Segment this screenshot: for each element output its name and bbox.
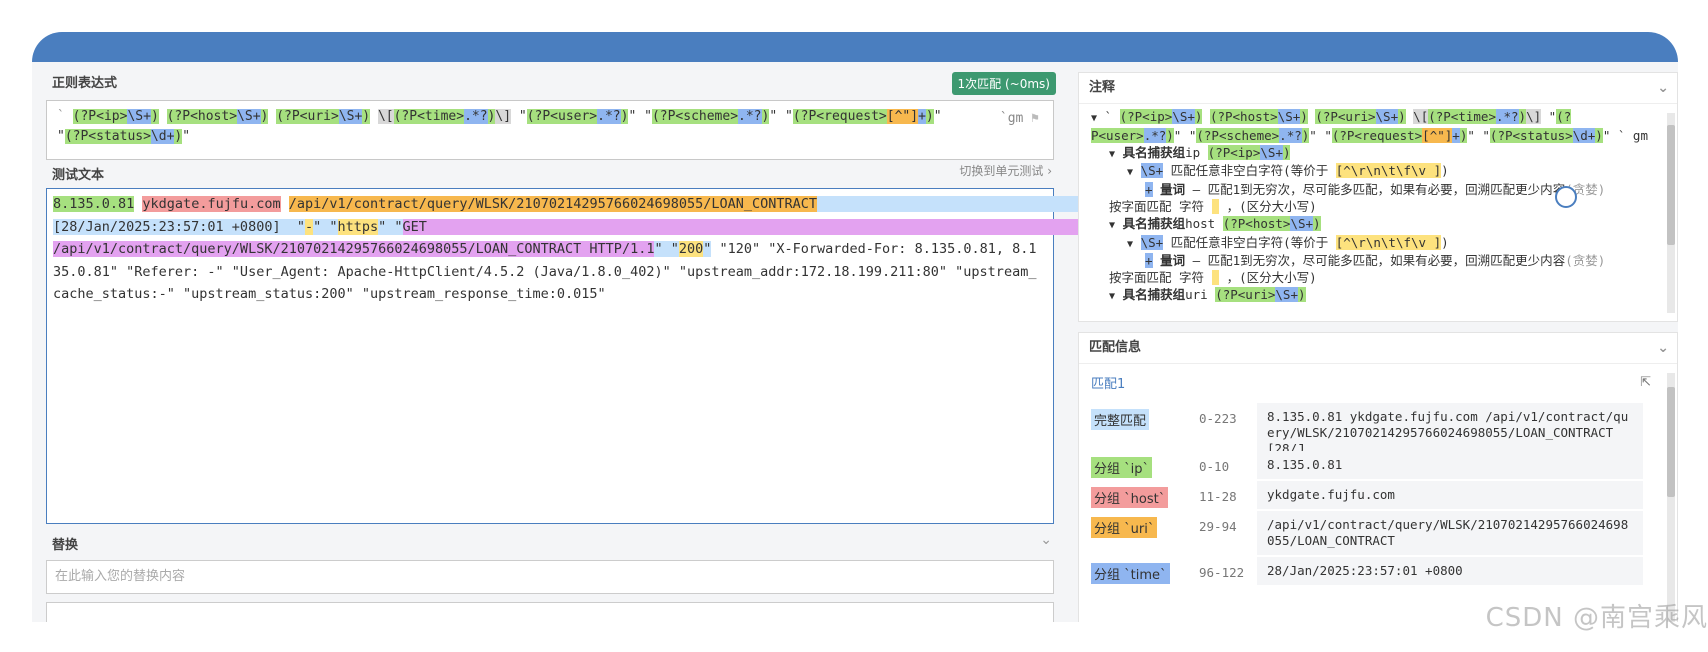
regex-text[interactable]: ` (?P<ip>\S+) (?P<host>\S+) (?P<uri>\S+)…	[57, 107, 947, 147]
regex-input[interactable]: ` (?P<ip>\S+) (?P<host>\S+) (?P<uri>\S+)…	[46, 100, 1054, 160]
match-info-title: 匹配信息 ⌄	[1079, 333, 1677, 364]
test-section-title: 测试文本	[52, 168, 105, 183]
regex-section-title: 正则表达式	[52, 76, 118, 91]
match-scrollbar[interactable]	[1667, 373, 1675, 622]
match-1-link[interactable]: 匹配1	[1091, 373, 1125, 392]
replace-section-title: 替换	[52, 538, 79, 553]
top-bar	[32, 32, 1678, 62]
match-info-panel: 匹配信息 ⌄ 匹配1 ⇱ 完整匹配 0-223 8.135.0.81 ykdgat…	[1078, 332, 1678, 622]
chevron-down-icon[interactable]: ⌄	[1657, 333, 1669, 363]
left-column: 正则表达式 1次匹配 (~0ms) ` (?P<ip>\S+) (?P<host…	[46, 62, 1435, 622]
match-count-badge: 1次匹配 (~0ms)	[951, 72, 1056, 95]
test-text-area[interactable]: 8.135.0.81 ykdgate.fujfu.com /api/v1/con…	[46, 188, 1435, 524]
replace-result	[46, 602, 1054, 622]
watermark: CSDN @南宫乘风	[1485, 603, 1708, 633]
explanation-scrollbar[interactable]	[1667, 113, 1675, 313]
right-column: 注释 ⌄ ▼ ` (?P<ip>\S+) (?P<host>\S+) (?P<ur…	[1078, 72, 1678, 622]
chevron-down-icon[interactable]: ⌄	[1657, 73, 1669, 103]
test-text[interactable]: 8.135.0.81 ykdgate.fujfu.com /api/v1/con…	[53, 193, 1435, 306]
replace-input[interactable]: 在此输入您的替换内容	[46, 560, 1054, 594]
flag-icon[interactable]: ⚑	[1031, 111, 1039, 126]
app-frame: 正则表达式 1次匹配 (~0ms) ` (?P<ip>\S+) (?P<host…	[32, 32, 1678, 622]
switch-unit-test-link[interactable]: 切换到单元测试 ›	[959, 162, 1052, 179]
explanation-panel: 注释 ⌄ ▼ ` (?P<ip>\S+) (?P<host>\S+) (?P<ur…	[1078, 72, 1678, 322]
floating-help-icon[interactable]	[1555, 186, 1577, 208]
chevron-down-icon[interactable]: ⌄	[1040, 532, 1052, 548]
regex-flags[interactable]: `gm ⚑	[1000, 111, 1039, 126]
share-icon[interactable]: ⇱	[1640, 375, 1651, 390]
explanation-title: 注释 ⌄	[1079, 73, 1677, 104]
